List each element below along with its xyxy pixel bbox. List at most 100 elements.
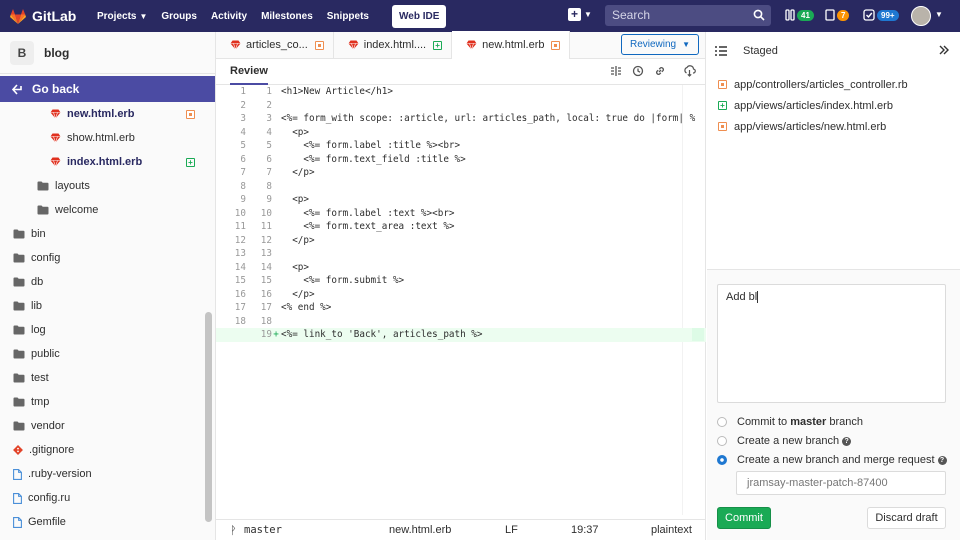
folder-item[interactable]: tmp [0,390,205,414]
editor-tab[interactable]: articles_co... [216,31,334,59]
folder-item[interactable]: log [0,318,205,342]
merge-requests-counter[interactable]: 41 [785,9,814,21]
nav-snippets[interactable]: Snippets [327,11,369,22]
nav-groups[interactable]: Groups [161,11,197,22]
user-avatar[interactable] [911,6,931,26]
file-item[interactable]: show.html.erb [0,126,205,150]
code-diff[interactable]: 1 1 <h1>New Article</h1> 2 2 3 3 <%= form_with … [216,85,706,342]
editor-tab[interactable]: new.html.erb [452,31,571,59]
status-position: 19:37 [571,524,599,536]
old-line-number: 14 [234,261,246,273]
folder-item[interactable]: layouts [0,174,205,198]
added-status-icon: + [718,101,727,110]
text-cursor [757,291,759,304]
project-header[interactable]: B blog [0,32,215,74]
history-icon[interactable] [632,65,644,77]
new-line-number: 18 [260,315,272,327]
folder-item[interactable]: test [0,366,205,390]
file-item[interactable]: index.html.erb + [0,150,205,174]
added-code-line: 19 + <%= link_to 'Back', articles_path %> [216,328,706,342]
code-text: <p> [281,126,309,138]
web-ide-button[interactable]: Web IDE [392,4,447,28]
commit-button[interactable]: Commit [717,507,771,529]
option-new-branch-mr-label: Create a new branch and merge request [737,454,935,466]
staged-file-path: app/views/articles/new.html.erb [734,120,887,133]
download-icon[interactable] [683,65,696,77]
folder-icon [13,253,25,263]
option-new-branch[interactable]: Create a new branch ? [717,435,852,447]
tree-item-label: bin [31,228,46,240]
branch-name-input[interactable]: jramsay-master-patch-87400 [736,471,946,495]
staged-file[interactable]: app/controllers/articles_controller.rb [707,74,960,95]
radio-new-branch[interactable] [717,436,727,446]
issues-counter[interactable]: 7 [825,9,850,21]
branch-icon: ᚹ [230,523,237,537]
tree-item-label: .gitignore [29,444,75,456]
old-line-number: 17 [234,302,246,314]
folder-item[interactable]: db [0,270,205,294]
brand-name: GitLab [32,8,77,24]
search-input[interactable]: Search [605,5,771,26]
code-line: 16 16 </p> [216,288,706,302]
help-icon[interactable]: ? [842,436,852,446]
go-back-button[interactable]: Go back [0,76,215,102]
reviewing-dropdown[interactable]: Reviewing ▼ [621,34,699,55]
folder-item[interactable]: public [0,342,205,366]
code-line: 88 [216,180,706,194]
folder-item[interactable]: bin [0,222,205,246]
new-dropdown[interactable]: + ▼ [568,8,592,21]
sidebar-scrollbar[interactable] [205,312,212,522]
tree-item-label: public [31,348,60,360]
file-item[interactable]: .ruby-version [0,462,205,486]
code-line: 18 18 [216,315,706,329]
modified-status-icon [314,40,324,50]
folder-item[interactable]: welcome [0,198,205,222]
nav-activity[interactable]: Activity [211,11,247,22]
staged-file[interactable]: app/views/articles/new.html.erb [707,116,960,137]
link-icon[interactable] [654,65,666,77]
ruby-file-icon [50,109,61,119]
file-item[interactable]: config.ru [0,486,205,510]
file-item[interactable]: Gemfile [0,510,205,534]
split-view-icon[interactable] [610,65,622,77]
folder-item[interactable]: lib [0,294,205,318]
gitlab-logo[interactable]: GitLab [10,8,92,24]
code-text: </p> [281,234,315,246]
editor-tab[interactable]: index.html.... + [334,31,453,59]
option-commit-master[interactable]: Commit to master branch [717,416,863,428]
radio-commit-master[interactable] [717,417,727,427]
search-icon [753,9,765,21]
staged-file[interactable]: + app/views/articles/index.html.erb [707,95,960,116]
help-icon[interactable]: ? [937,455,947,465]
project-avatar: B [10,40,34,65]
todos-counter[interactable]: 99+ [863,9,899,21]
old-line-number: 7 [240,167,246,179]
code-line: 7 7 </p> [216,166,706,180]
collapse-panel-icon[interactable] [938,44,950,56]
status-eol: LF [505,524,518,536]
staged-title: Staged [743,45,778,57]
code-text: <%= form.text_area :text %> [281,221,455,233]
folder-item[interactable]: config [0,246,205,270]
git-file-icon [13,445,23,455]
file-item[interactable]: .gitignore [0,438,205,462]
old-line-number: 13 [234,248,246,260]
nav-projects[interactable]: Projects ▼ [97,11,147,22]
code-line: 1 1 <h1>New Article</h1> [216,85,706,99]
status-branch[interactable]: master [244,524,282,536]
file-item[interactable]: new.html.erb [0,102,205,126]
new-line-number: 19 [260,329,272,341]
discard-draft-button[interactable]: Discard draft [867,507,946,529]
folder-item[interactable]: vendor [0,414,205,438]
radio-new-branch-mr[interactable] [717,455,727,465]
option-suffix: branch [826,416,863,428]
tree-item-label: config [31,252,61,264]
old-line-number: 18 [234,315,246,327]
old-line-number: 3 [240,113,246,125]
nav-milestones[interactable]: Milestones [261,11,313,22]
tab-review[interactable]: Review [230,59,268,85]
file-icon [13,492,22,504]
tree-item-label: index.html.erb [67,156,143,168]
commit-message-input[interactable]: Add bl [717,284,946,403]
option-new-branch-mr[interactable]: Create a new branch and merge request ? [717,454,947,466]
